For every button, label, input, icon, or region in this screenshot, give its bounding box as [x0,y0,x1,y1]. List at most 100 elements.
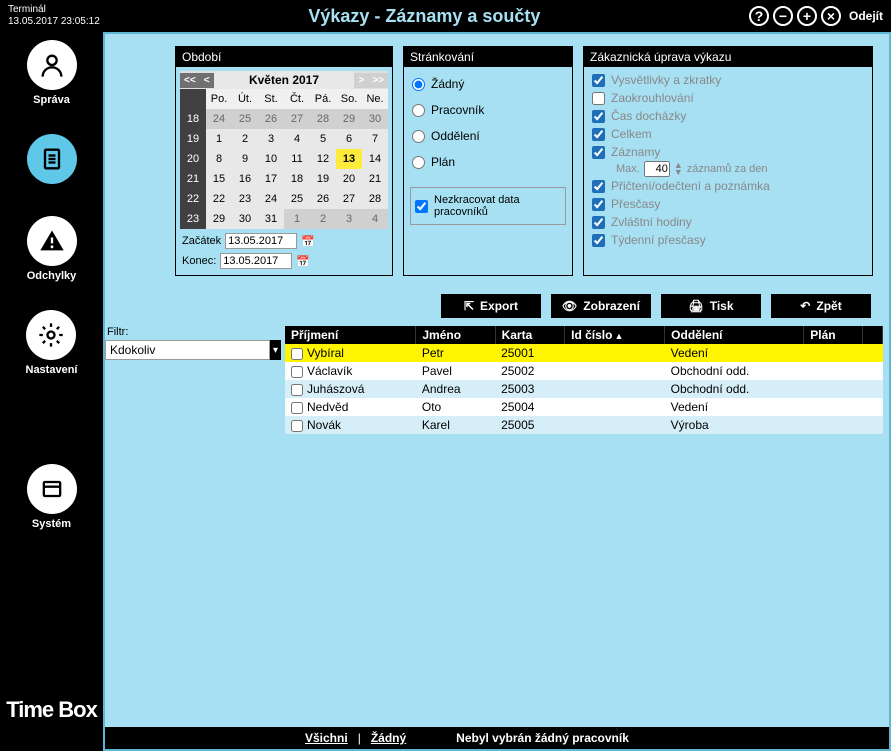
calendar-day[interactable]: 11 [284,149,310,169]
calendar-day[interactable]: 29 [206,209,232,229]
prev-month-button[interactable]: < [200,73,214,88]
table-row[interactable]: Vybíral Petr 25001 Vedení [285,344,883,362]
customize-option[interactable]: Celkem [588,125,868,143]
radio-input[interactable] [412,156,425,169]
calendar-icon[interactable]: 📅 [301,235,315,248]
calendar-day[interactable]: 16 [232,169,258,189]
calendar-day[interactable]: 21 [362,169,388,189]
spinner-icon[interactable]: ▲▼ [674,162,683,176]
checkbox-input[interactable] [592,180,605,193]
end-date-input[interactable] [220,253,292,269]
calendar-day[interactable]: 10 [258,149,284,169]
checkbox-input[interactable] [592,234,605,247]
calendar-day[interactable]: 29 [336,109,362,129]
calendar-day[interactable]: 4 [284,129,310,149]
next-month-button[interactable]: > [354,73,368,88]
calendar-day[interactable]: 23 [232,189,258,209]
paging-option[interactable]: Žádný [408,71,568,97]
column-header[interactable]: Příjmení [285,326,416,344]
noshorten-block[interactable]: Nezkracovat data pracovníků [410,187,566,225]
calendar-day[interactable]: 4 [362,209,388,229]
calendar-day[interactable]: 7 [362,129,388,149]
row-checkbox[interactable] [291,366,303,378]
paging-option[interactable]: Oddělení [408,123,568,149]
column-header[interactable] [863,326,883,344]
calendar-day[interactable]: 2 [310,209,336,229]
checkbox-input[interactable] [592,110,605,123]
customize-option[interactable]: Přesčasy [588,195,868,213]
exit-button[interactable]: Odejít [849,9,883,23]
close-icon[interactable]: × [821,6,841,26]
sidebar-item-reports[interactable] [27,134,77,188]
calendar-day[interactable]: 9 [232,149,258,169]
radio-input[interactable] [412,78,425,91]
radio-input[interactable] [412,104,425,117]
calendar-day[interactable]: 24 [206,109,232,129]
calendar-day[interactable]: 26 [310,189,336,209]
calendar-day[interactable]: 12 [310,149,336,169]
radio-input[interactable] [412,130,425,143]
calendar-day[interactable]: 14 [362,149,388,169]
calendar-day[interactable]: 1 [206,129,232,149]
plus-icon[interactable]: + [797,6,817,26]
calendar-day[interactable]: 24 [258,189,284,209]
calendar-day[interactable]: 8 [206,149,232,169]
customize-option[interactable]: Týdenní přesčasy [588,231,868,249]
customize-option[interactable]: Zaokrouhlování [588,89,868,107]
column-header[interactable]: Karta [495,326,565,344]
checkbox-input[interactable] [592,128,605,141]
column-header[interactable]: Oddělení [665,326,804,344]
sidebar-item-system[interactable]: Systém [27,464,77,530]
calendar-day[interactable]: 18 [284,169,310,189]
calendar-day[interactable]: 13 [336,149,362,169]
export-button[interactable]: ⇱Export [441,294,541,318]
sidebar-item-sprava[interactable]: Správa [27,40,77,106]
next-year-button[interactable]: >> [368,73,388,88]
calendar-day[interactable]: 27 [336,189,362,209]
checkbox-input[interactable] [592,92,605,105]
row-checkbox[interactable] [291,384,303,396]
checkbox-input[interactable] [592,216,605,229]
calendar-day[interactable]: 3 [336,209,362,229]
column-header[interactable]: Jméno [416,326,495,344]
calendar-day[interactable]: 28 [362,189,388,209]
customize-option[interactable]: Vysvětlivky a zkratky [588,71,868,89]
checkbox-input[interactable] [592,74,605,87]
back-button[interactable]: ↶Zpět [771,294,871,318]
calendar-day[interactable]: 25 [232,109,258,129]
calendar-day[interactable]: 26 [258,109,284,129]
prev-year-button[interactable]: << [180,73,200,88]
row-checkbox[interactable] [291,420,303,432]
view-button[interactable]: 👁Zobrazení [551,294,651,318]
calendar-day[interactable]: 28 [310,109,336,129]
column-header[interactable]: Id číslo▲ [565,326,665,344]
calendar-day[interactable]: 17 [258,169,284,189]
calendar-icon[interactable]: 📅 [296,255,310,268]
paging-option[interactable]: Pracovník [408,97,568,123]
customize-option[interactable]: Zvláštní hodiny [588,213,868,231]
calendar-day[interactable]: 31 [258,209,284,229]
calendar-day[interactable]: 19 [310,169,336,189]
column-header[interactable]: Plán [804,326,863,344]
minus-icon[interactable]: − [773,6,793,26]
table-row[interactable]: Juhászová Andrea 25003 Obchodní odd. [285,380,883,398]
paging-option[interactable]: Plán [408,149,568,175]
calendar-day[interactable]: 22 [206,189,232,209]
calendar-day[interactable]: 25 [284,189,310,209]
calendar-day[interactable]: 1 [284,209,310,229]
print-button[interactable]: 🖨Tisk [661,294,761,318]
max-records-input[interactable] [644,161,670,177]
customize-option[interactable]: Záznamy [588,143,868,161]
filter-input[interactable] [105,340,270,360]
customize-option[interactable]: Přičtení/odečtení a poznámka [588,177,868,195]
select-none-link[interactable]: Žádný [371,731,406,745]
calendar-day[interactable]: 20 [336,169,362,189]
checkbox-input[interactable] [592,198,605,211]
row-checkbox[interactable] [291,402,303,414]
dropdown-icon[interactable]: ▾ [270,340,281,360]
filter-select[interactable]: ▾ [105,340,281,360]
calendar-day[interactable]: 15 [206,169,232,189]
customize-option[interactable]: Čas docházky [588,107,868,125]
calendar-day[interactable]: 5 [310,129,336,149]
table-row[interactable]: Václavík Pavel 25002 Obchodní odd. [285,362,883,380]
